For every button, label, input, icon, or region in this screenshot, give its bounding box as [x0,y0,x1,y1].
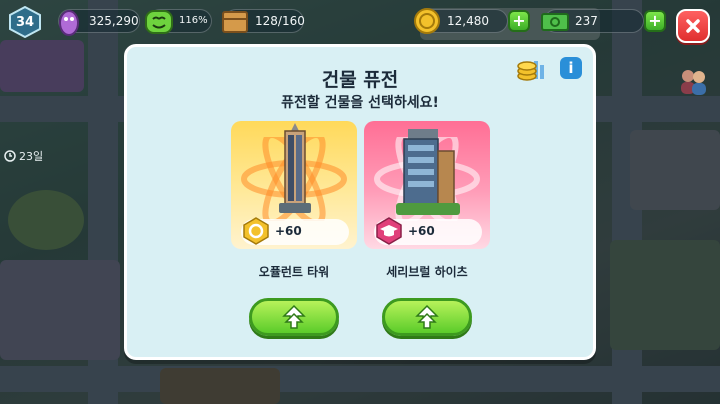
smiley-icon [145,10,173,34]
level-value: 34 [15,14,35,30]
tower-building-icon [279,123,311,213]
reward-value: +60 [275,224,302,238]
population-counter[interactable]: 325,290 [58,9,140,36]
days-value: 23일 [19,150,44,163]
happiness-counter[interactable]: 116% [145,9,212,34]
cash-counter[interactable]: 237 [541,9,644,33]
cash-icon [541,13,569,31]
info-button[interactable]: i [560,57,582,79]
gold-coin-icon [243,217,269,245]
plus-icon: + [512,11,526,30]
building-card-cerebral-heights[interactable]: +60 [364,121,490,249]
building-name: 세리브럴 하이츠 [386,265,468,279]
double-arrow-up-icon [282,304,306,329]
office-building-icon [396,129,460,215]
building-name: 오퓰런트 타워 [258,265,330,279]
select-opulent-tower-button[interactable] [249,298,339,336]
add-cash-button[interactable]: + [644,10,666,32]
add-coins-button[interactable]: + [508,10,530,32]
storage-counter[interactable]: 128/160 [222,9,305,33]
building-fusion-dialog: 건물 퓨전 퓨전할 건물을 선택하세요! i +60 오퓰런트 타워 +60 세… [124,44,596,360]
level-badge[interactable]: 34 [8,6,42,38]
coins-counter[interactable]: 12,480 [414,8,508,34]
plus-icon: + [648,11,662,30]
crate-icon [222,11,248,33]
storage-value: 128/160 [255,14,305,28]
clock-icon [4,150,16,162]
cash-value: 237 [575,14,598,28]
reward-value: +60 [408,224,435,238]
coin-stack-icon[interactable] [516,57,548,83]
coin-icon [414,8,440,34]
happiness-value: 116% [179,15,208,26]
days-badge: 23일 [4,148,43,164]
close-icon [686,19,700,33]
dialog-subtitle: 퓨전할 건물을 선택하세요! [281,95,439,111]
info-icon: i [568,59,574,77]
building-card-opulent-tower[interactable]: +60 [231,121,357,249]
population-value: 325,290 [89,14,139,28]
people-icon [681,70,706,95]
close-button[interactable] [676,9,710,43]
select-cerebral-heights-button[interactable] [382,298,472,336]
coins-value: 12,480 [447,14,489,28]
citizen-icon [59,10,79,36]
graduation-cap-icon [376,217,402,245]
double-arrow-up-icon [415,304,439,329]
friends-button[interactable] [676,64,710,98]
